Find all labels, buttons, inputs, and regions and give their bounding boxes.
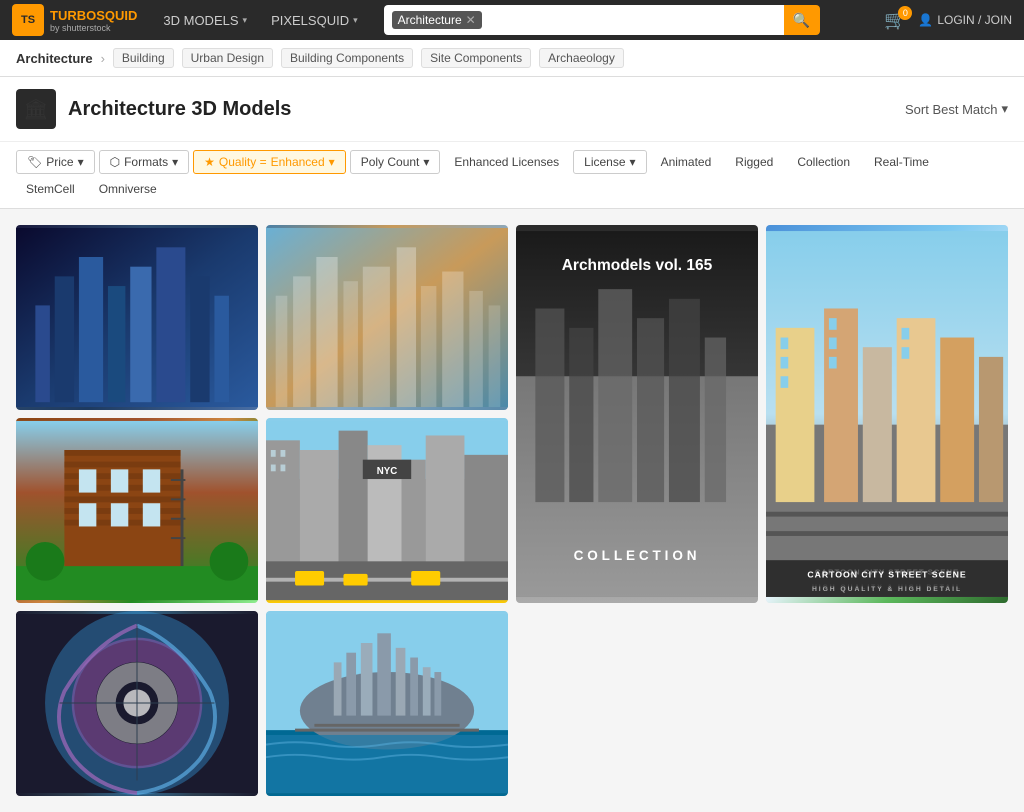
svg-text:HIGH QUALITY & HIGH DETAIL: HIGH QUALITY & HIGH DETAIL [812, 586, 962, 593]
sort-selector[interactable]: Sort Best Match ▾ [905, 101, 1008, 117]
nav-pixelsquid[interactable]: PIXELSQUID ▾ [261, 7, 368, 34]
chevron-down-icon: ▾ [172, 155, 178, 169]
list-item[interactable] [266, 225, 508, 410]
chevron-down-icon: ▾ [1001, 101, 1008, 117]
search-icon: 🔍 [793, 12, 810, 29]
product-image [16, 611, 258, 796]
product-image: CARTOON CITY STREET SCENE HIGH QUALITY &… [766, 225, 1008, 603]
chevron-down-icon: ▾ [243, 15, 248, 26]
svg-text:NYC: NYC [377, 466, 397, 477]
list-item[interactable]: Archmodels vol. 165 COLLECTION [516, 225, 758, 603]
cube-icon: ⬡ [110, 155, 120, 169]
filter-real-time[interactable]: Real-Time [864, 151, 939, 173]
list-item[interactable] [16, 225, 258, 410]
product-image [16, 418, 258, 603]
chevron-down-icon: ▾ [329, 155, 335, 169]
filter-bar: 🏷 Price ▾ ⬡ Formats ▾ ★ Quality = Enhanc… [0, 142, 1024, 209]
search-button[interactable]: 🔍 [784, 5, 820, 35]
breadcrumb: Architecture › Building Urban Design Bui… [0, 40, 1024, 77]
filter-enhanced-licenses[interactable]: Enhanced Licenses [444, 151, 569, 173]
search-tag-remove[interactable]: ✕ [466, 13, 476, 27]
cart-button[interactable]: 🛒 0 [884, 10, 906, 31]
product-image [16, 225, 258, 410]
filter-collection[interactable]: Collection [787, 151, 860, 173]
filter-poly-count[interactable]: Poly Count ▾ [350, 150, 441, 174]
page-title: Architecture 3D Models [68, 98, 291, 121]
chevron-down-icon: ▾ [630, 155, 636, 169]
filter-price[interactable]: 🏷 Price ▾ [16, 150, 95, 174]
breadcrumb-separator: › [101, 51, 105, 66]
chevron-down-icon: ▾ [78, 155, 84, 169]
breadcrumb-building-components[interactable]: Building Components [281, 48, 413, 68]
search-area: Architecture ✕ 🔍 [384, 5, 868, 35]
list-item[interactable] [16, 611, 258, 796]
list-item[interactable] [16, 418, 258, 603]
list-item[interactable]: CARTOON CITY STREET SCENE HIGH QUALITY &… [766, 225, 1008, 603]
list-item[interactable]: NYC [266, 418, 508, 603]
filter-omniverse[interactable]: Omniverse [89, 178, 167, 200]
filter-quality[interactable]: ★ Quality = Enhanced ▾ [193, 150, 346, 174]
breadcrumb-site-components[interactable]: Site Components [421, 48, 531, 68]
tag-icon: 🏷 [27, 155, 42, 169]
breadcrumb-archaeology[interactable]: Archaeology [539, 48, 624, 68]
svg-text:CARTOON CITY STREET SCENE: CARTOON CITY STREET SCENE [807, 570, 966, 580]
filter-stemcell[interactable]: StemCell [16, 178, 85, 200]
svg-text:Archmodels vol. 165: Archmodels vol. 165 [562, 257, 713, 274]
nav-right: 🛒 0 👤 LOGIN / JOIN [884, 10, 1012, 31]
star-icon: ★ [204, 155, 215, 169]
breadcrumb-urban-design[interactable]: Urban Design [182, 48, 273, 68]
top-navigation: TS TURBOSQUID by shutterstock 3D MODELS … [0, 0, 1024, 40]
product-grid: Archmodels vol. 165 COLLECTION [0, 209, 1024, 812]
page-header: 🏛 Architecture 3D Models Sort Best Match… [0, 77, 1024, 142]
nav-3d-models[interactable]: 3D MODELS ▾ [153, 7, 257, 34]
filter-animated[interactable]: Animated [651, 151, 722, 173]
page-header-left: 🏛 Architecture 3D Models [16, 89, 291, 129]
filter-license[interactable]: License ▾ [573, 150, 646, 174]
user-icon: 👤 [918, 13, 933, 27]
login-button[interactable]: 👤 LOGIN / JOIN [918, 13, 1012, 27]
product-image [266, 611, 508, 796]
nav-links: 3D MODELS ▾ PIXELSQUID ▾ [153, 7, 367, 34]
svg-text:COLLECTION: COLLECTION [574, 548, 701, 563]
product-image: NYC [266, 418, 508, 603]
logo-icon: TS [12, 4, 44, 36]
filter-formats[interactable]: ⬡ Formats ▾ [99, 150, 190, 174]
product-image [266, 225, 508, 410]
chevron-down-icon: ▾ [423, 155, 429, 169]
page-icon: 🏛 [16, 89, 56, 129]
search-tag: Architecture ✕ [392, 11, 482, 29]
breadcrumb-building[interactable]: Building [113, 48, 174, 68]
logo[interactable]: TS TURBOSQUID by shutterstock [12, 4, 137, 36]
product-image: Archmodels vol. 165 COLLECTION [516, 225, 758, 603]
search-box: Architecture ✕ [384, 5, 784, 35]
filter-rigged[interactable]: Rigged [725, 151, 783, 173]
list-item[interactable] [266, 611, 508, 796]
chevron-down-icon: ▾ [353, 15, 358, 26]
logo-text: TURBOSQUID by shutterstock [50, 8, 137, 33]
